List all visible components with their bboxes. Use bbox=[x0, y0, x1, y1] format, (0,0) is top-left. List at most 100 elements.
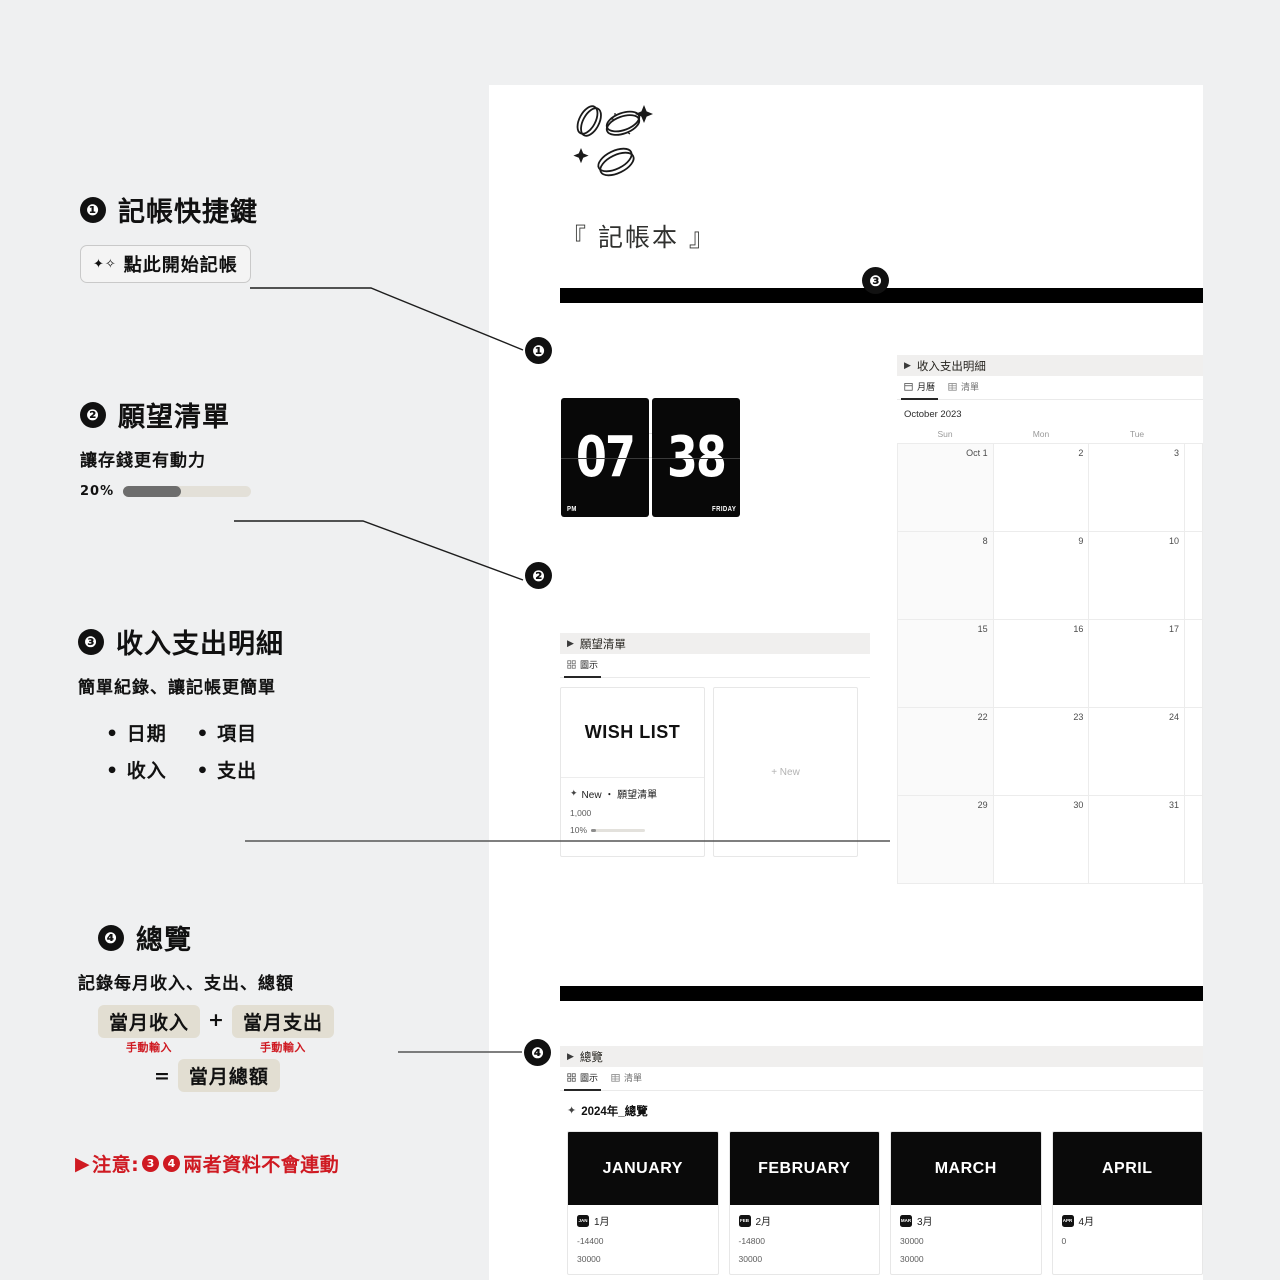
calendar-day-cell[interactable]: 9 bbox=[993, 532, 1090, 620]
month-card-name: 2月 bbox=[755, 1217, 772, 1228]
wishlist-new-card[interactable]: + New bbox=[713, 687, 858, 857]
wishlist-card-body: ✦ New ・ 願望清單 1,000 10% bbox=[561, 778, 704, 836]
calendar-week-row: 15 16 17 bbox=[898, 620, 1203, 708]
annotation-1: ❶ 記帳快捷鍵 ✦✧ 點此開始記帳 bbox=[80, 190, 258, 283]
ledger-block-header[interactable]: ▶ 收入支出明細 bbox=[897, 355, 1203, 376]
weekday-clipped bbox=[1185, 429, 1203, 439]
sparkles-icon: ✦ bbox=[570, 788, 578, 798]
tab-overview-gallery[interactable]: 圖示 bbox=[563, 1071, 602, 1091]
flip-clock-widget: 07 PM 38 FRIDAY bbox=[561, 398, 740, 517]
formula-operator-equals: = bbox=[154, 1064, 170, 1087]
callout-badge-3: ❸ bbox=[862, 267, 889, 294]
divider-bar-bottom bbox=[560, 986, 1203, 1001]
annotation-2-title: 願望清單 bbox=[118, 402, 230, 433]
calendar-day-cell[interactable]: 23 bbox=[993, 708, 1090, 796]
overview-heading: 2024年_總覽 bbox=[581, 1106, 648, 1118]
callout-badge-2: ❷ bbox=[525, 562, 552, 589]
wishlist-block: ▶ 願望清單 圖示 WISH LIST ✦ New ・ 願望清單 1,000 1… bbox=[560, 633, 870, 857]
triangle-toggle-icon[interactable]: ▶ bbox=[904, 361, 911, 370]
annotation-1-pill-label: 點此開始記帳 bbox=[123, 255, 238, 276]
calendar-day-cell[interactable]: 24 bbox=[1089, 708, 1185, 796]
month-card-cover: FEBRUARY bbox=[729, 1132, 879, 1205]
wishlist-card[interactable]: WISH LIST ✦ New ・ 願望清單 1,000 10% bbox=[560, 687, 705, 857]
month-card-name: 1月 bbox=[594, 1217, 610, 1228]
formula-term-1: 當月收入 手動輸入 bbox=[98, 1005, 201, 1055]
triangle-toggle-icon[interactable]: ▶ bbox=[567, 639, 574, 648]
month-badge-icon: APR bbox=[1061, 1214, 1074, 1227]
calendar-day-cell[interactable]: 2 bbox=[993, 444, 1090, 532]
triangle-toggle-icon[interactable]: ▶ bbox=[567, 1052, 574, 1061]
annotation-3-heading: ❸ 收入支出明細 bbox=[78, 622, 284, 661]
warning-badge-3: 3 bbox=[142, 1155, 160, 1172]
annotation-1-pill-wrap: ✦✧ 點此開始記帳 bbox=[80, 245, 258, 283]
wishlist-block-header[interactable]: ▶ 願望清單 bbox=[560, 633, 870, 654]
overview-view-tabs[interactable]: 圖示 清單 bbox=[560, 1067, 1203, 1091]
calendar-day-cell[interactable]: 8 bbox=[898, 532, 994, 620]
weekday-sun: Sun bbox=[937, 429, 953, 439]
annotation-2-heading: ❷ 願望清單 bbox=[80, 395, 251, 434]
month-card[interactable]: APRIL APR 4月 0 bbox=[1051, 1131, 1203, 1275]
tab-wishlist-gallery[interactable]: 圖示 bbox=[563, 658, 602, 678]
calendar-day-cell-clipped[interactable] bbox=[1184, 708, 1203, 796]
month-card-body: FEB 2月 -14800 30000 bbox=[730, 1205, 880, 1274]
annotation-4-formula-row-2: = 當月總額 bbox=[98, 1059, 334, 1092]
callout-badge-1: ❶ bbox=[525, 337, 552, 364]
calendar-day-cell-clipped[interactable] bbox=[1184, 620, 1203, 708]
wishlist-card-progress-label: 10% bbox=[570, 825, 588, 835]
warning-prefix: 注意: bbox=[92, 1154, 140, 1176]
formula-result-tag: 當月總額 bbox=[177, 1059, 280, 1092]
calendar-day-cell[interactable]: 31 bbox=[1089, 796, 1185, 884]
calendar-day-cell[interactable]: 10 bbox=[1089, 532, 1185, 620]
overview-block-header[interactable]: ▶ 總覽 bbox=[560, 1046, 1203, 1067]
wishlist-card-amount: 1,000 bbox=[570, 808, 592, 818]
month-card-value-1: -14400 bbox=[577, 1236, 604, 1246]
tab-ledger-calendar[interactable]: 月曆 bbox=[900, 380, 939, 400]
infographic-root: 『 記帳本 』 ✦✧ 點此開始記帳 07 PM 38 FRIDAY ▶ 願望清單 bbox=[0, 0, 1280, 1280]
wishlist-card-progress: 10% bbox=[570, 825, 695, 835]
clock-hour: 07 bbox=[575, 424, 636, 490]
tab-overview-list[interactable]: 清單 bbox=[611, 1071, 642, 1087]
annotation-2-subtitle: 讓存錢更有動力 bbox=[80, 451, 206, 471]
formula-term-2-note: 手動輸入 bbox=[259, 1041, 306, 1054]
annotation-3-bullet-4: • 支出 bbox=[196, 760, 258, 783]
formula-term-1-tag: 當月收入 bbox=[98, 1005, 201, 1038]
calendar-day-cell[interactable]: 22 bbox=[898, 708, 994, 796]
month-card-name-row: APR 4月 bbox=[1061, 1213, 1194, 1228]
calendar-day-cell-clipped[interactable] bbox=[1184, 532, 1203, 620]
month-card-cover: MARCH bbox=[891, 1132, 1041, 1205]
annotation-2-badge: ❷ bbox=[80, 401, 106, 428]
calendar-day-cell[interactable]: 15 bbox=[898, 620, 994, 708]
formula-term-2-tag: 當月支出 bbox=[231, 1005, 334, 1038]
month-card-cover: JANUARY bbox=[568, 1132, 718, 1205]
calendar-day-cell[interactable]: 17 bbox=[1089, 620, 1185, 708]
month-card-name: 4月 bbox=[1078, 1217, 1095, 1228]
calendar-day-cell-clipped[interactable] bbox=[1184, 796, 1203, 884]
clock-weekday: FRIDAY bbox=[711, 504, 736, 513]
annotation-1-pill: ✦✧ 點此開始記帳 bbox=[80, 245, 251, 283]
month-card[interactable]: MARCH MAR 3月 30000 30000 bbox=[890, 1131, 1042, 1275]
wishlist-card-title-row: ✦ New ・ 願望清單 bbox=[570, 786, 695, 802]
calendar-day-cell[interactable]: Oct 1 bbox=[898, 444, 994, 532]
tab-wishlist-gallery-label: 圖示 bbox=[580, 659, 599, 670]
calendar-day-cell[interactable]: 16 bbox=[993, 620, 1090, 708]
gallery-icon bbox=[567, 1072, 576, 1082]
annotation-4-badge: ❹ bbox=[98, 924, 124, 951]
calendar-day-cell[interactable]: 29 bbox=[898, 796, 994, 884]
tab-ledger-list[interactable]: 清單 bbox=[948, 380, 979, 396]
formula-term-2: 當月支出 手動輸入 bbox=[231, 1005, 334, 1055]
month-card-cover-text: FEBRUARY bbox=[758, 1159, 851, 1177]
wishlist-view-tabs[interactable]: 圖示 bbox=[560, 654, 870, 678]
ledger-view-tabs[interactable]: 月曆 清單 bbox=[897, 376, 1203, 400]
month-card-cover: APRIL bbox=[1052, 1132, 1202, 1205]
calendar-day-cell[interactable]: 30 bbox=[993, 796, 1090, 884]
month-card[interactable]: JANUARY JAN 1月 -14400 30000 bbox=[567, 1131, 719, 1275]
calendar-week-row: Oct 1 2 3 bbox=[898, 444, 1203, 532]
annotation-4-formula-row-1: 當月收入 手動輸入 + 當月支出 手動輸入 bbox=[98, 1005, 334, 1055]
formula-operator-plus: + bbox=[208, 1009, 224, 1031]
calendar-week-row: 29 30 31 bbox=[898, 796, 1203, 884]
month-card[interactable]: FEBRUARY FEB 2月 -14800 30000 bbox=[728, 1131, 880, 1275]
tab-overview-list-label: 清單 bbox=[624, 1072, 643, 1083]
calendar-day-cell[interactable]: 3 bbox=[1089, 444, 1185, 532]
calendar-day-cell-clipped[interactable] bbox=[1184, 444, 1203, 532]
annotation-4: ❹ 總覽 記錄每月收入、支出、總額 當月收入 手動輸入 + 當月支出 手動輸入 … bbox=[78, 918, 334, 1092]
